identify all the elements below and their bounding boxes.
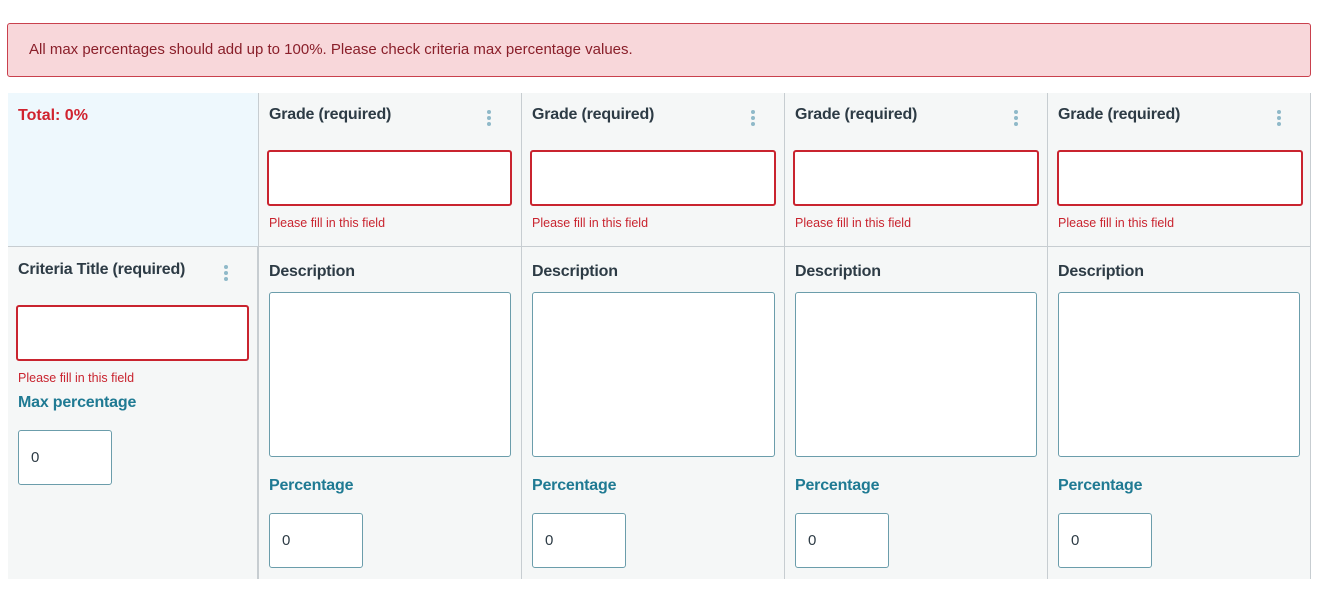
percentage-label: Percentage (532, 477, 617, 494)
percentage-label: Percentage (795, 477, 880, 494)
grade-error: Please fill in this field (1058, 216, 1175, 230)
grade-error: Please fill in this field (532, 216, 649, 230)
level-cell-1: Description Percentage (258, 246, 521, 579)
percentage-input[interactable] (269, 513, 363, 568)
grade-cell-1: Grade (required) Please fill in this fie… (258, 93, 521, 246)
level-cell-2: Description Percentage (521, 246, 784, 579)
description-label: Description (795, 263, 881, 280)
description-textarea[interactable] (1058, 292, 1300, 457)
grade-error: Please fill in this field (269, 216, 386, 230)
grade-cell-2: Grade (required) Please fill in this fie… (521, 93, 784, 246)
grade-options-icon[interactable] (1274, 108, 1284, 128)
criteria-cell: Criteria Title (required) Please fill in… (8, 246, 258, 579)
grade-options-icon[interactable] (748, 108, 758, 128)
error-alert: All max percentages should add up to 100… (7, 23, 1311, 77)
percentage-input[interactable] (1058, 513, 1152, 568)
grade-input[interactable] (793, 150, 1039, 206)
description-label: Description (1058, 263, 1144, 280)
criteria-error: Please fill in this field (18, 371, 135, 385)
max-percentage-label: Max percentage (18, 394, 137, 411)
percentage-input[interactable] (532, 513, 626, 568)
grade-input[interactable] (267, 150, 512, 206)
grade-title: Grade (required) (1058, 106, 1181, 123)
grade-options-icon[interactable] (1011, 108, 1021, 128)
grade-input[interactable] (1057, 150, 1303, 206)
grade-cell-4: Grade (required) Please fill in this fie… (1047, 93, 1311, 246)
max-percentage-input[interactable] (18, 430, 112, 485)
level-cell-3: Description Percentage (784, 246, 1047, 579)
grade-title: Grade (required) (269, 106, 392, 123)
level-cell-4: Description Percentage (1047, 246, 1311, 579)
total-cell: Total: 0% (8, 93, 258, 246)
grade-options-icon[interactable] (484, 108, 494, 128)
grade-cell-3: Grade (required) Please fill in this fie… (784, 93, 1047, 246)
grade-title: Grade (required) (532, 106, 655, 123)
grade-title: Grade (required) (795, 106, 918, 123)
grade-input[interactable] (530, 150, 776, 206)
criteria-title: Criteria Title (required) (18, 261, 186, 278)
description-textarea[interactable] (795, 292, 1037, 457)
description-textarea[interactable] (532, 292, 775, 457)
percentage-label: Percentage (1058, 477, 1143, 494)
grade-error: Please fill in this field (795, 216, 912, 230)
description-textarea[interactable] (269, 292, 511, 457)
description-label: Description (532, 263, 618, 280)
criteria-title-input[interactable] (16, 305, 249, 361)
criteria-options-icon[interactable] (221, 263, 231, 283)
rubric-grid: Total: 0% Grade (required) Please fill i… (8, 93, 1311, 579)
total-label: Total: 0% (18, 107, 88, 124)
percentage-label: Percentage (269, 477, 354, 494)
percentage-input[interactable] (795, 513, 889, 568)
description-label: Description (269, 263, 355, 280)
